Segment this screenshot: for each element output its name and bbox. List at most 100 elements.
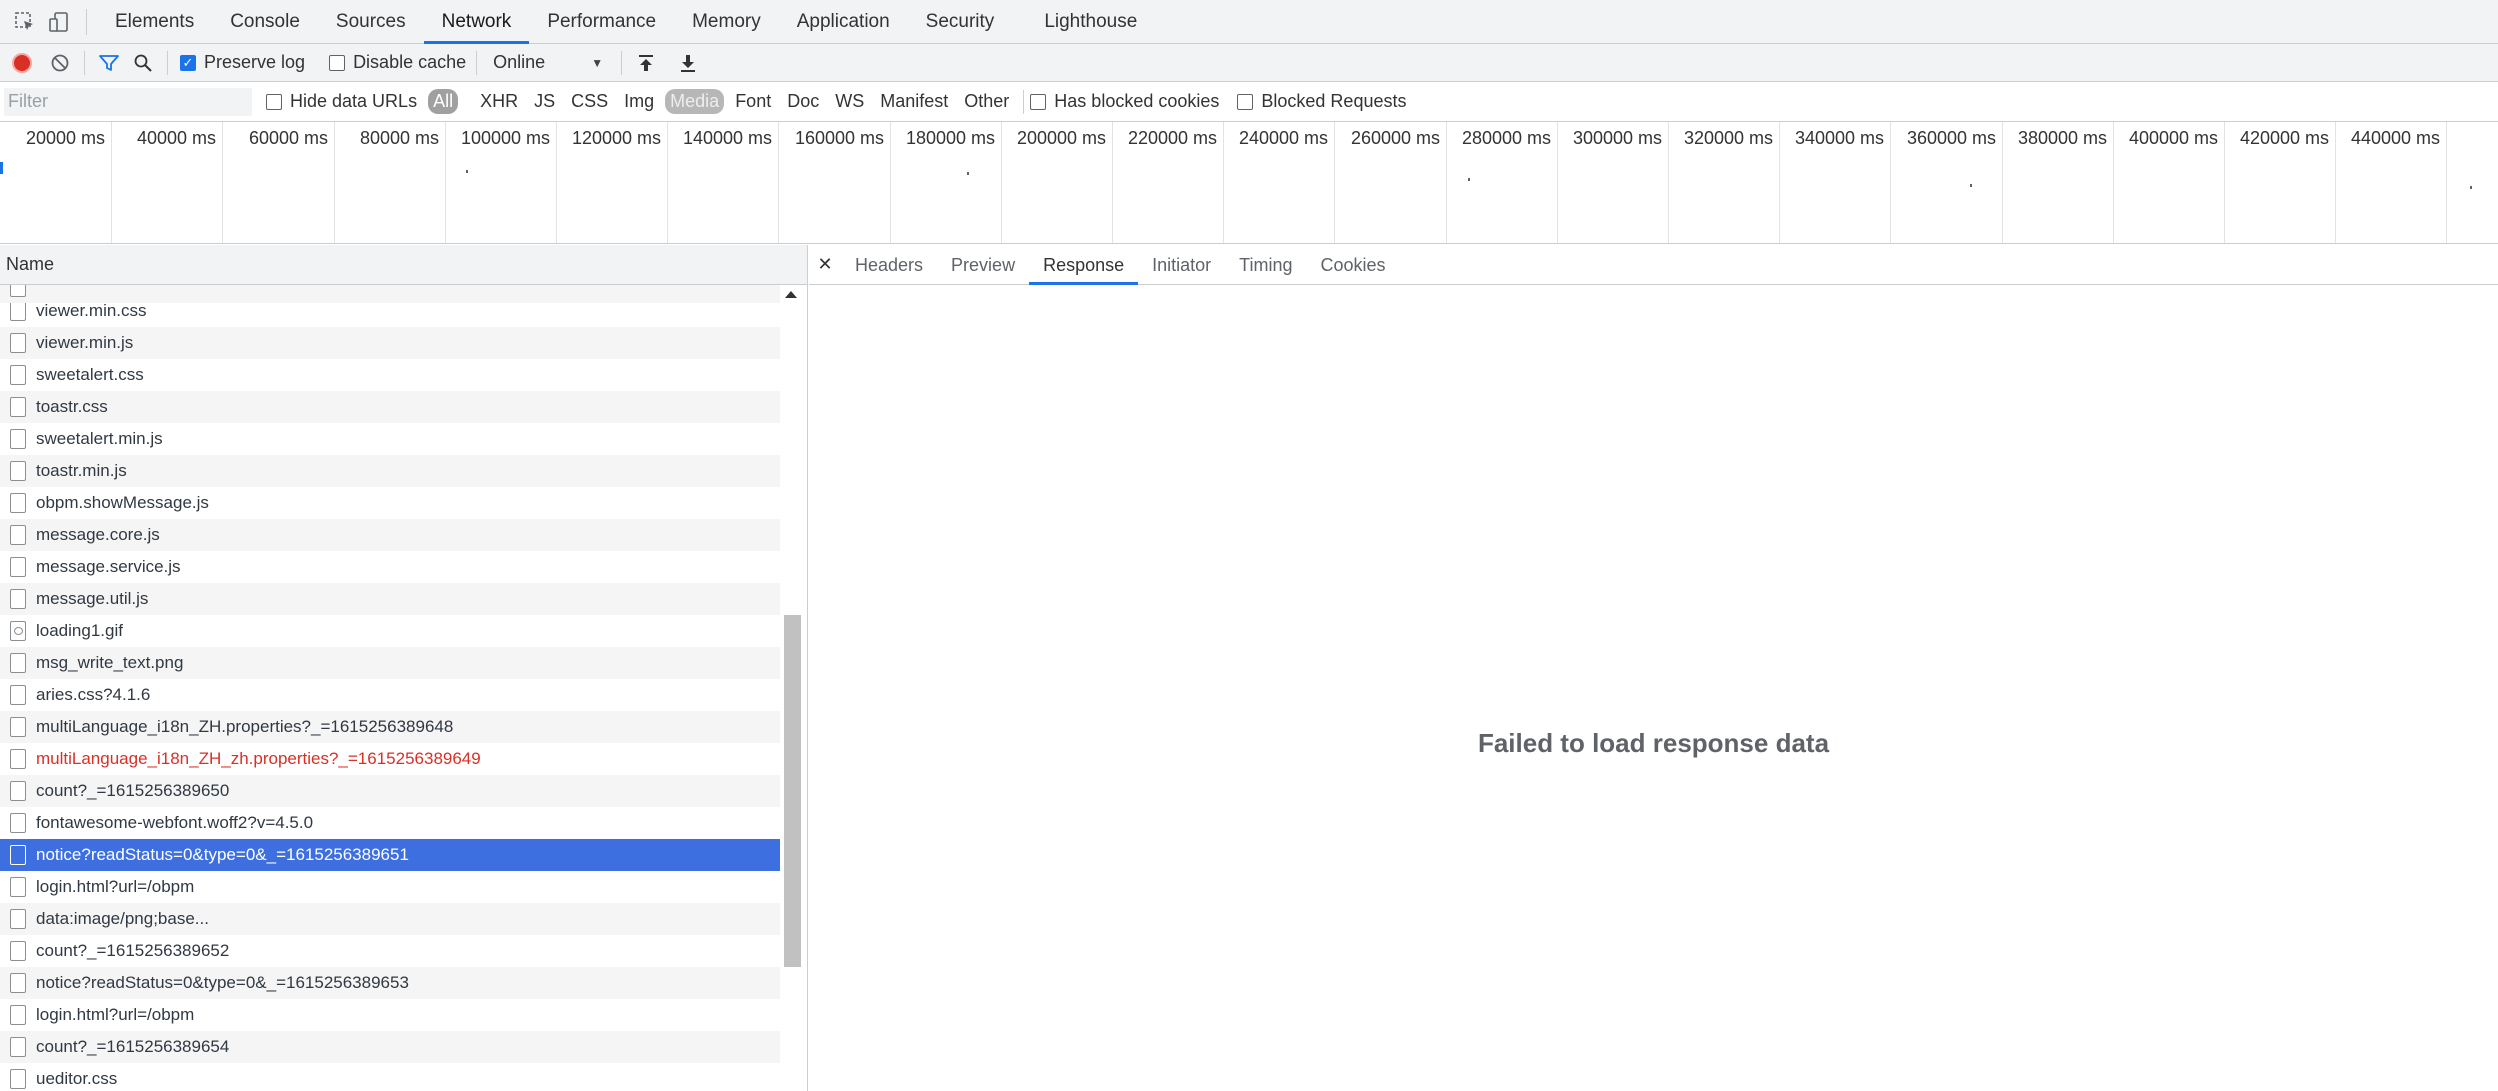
has-blocked-cookies-checkbox[interactable]: Has blocked cookies: [1030, 91, 1219, 112]
type-filter-doc[interactable]: Doc: [782, 89, 824, 114]
table-row[interactable]: multiLanguage_i18n_ZH.properties?_=16152…: [0, 711, 780, 743]
request-name: loading1.gif: [36, 621, 123, 640]
table-row[interactable]: multiLanguage_i18n_ZH_zh.properties?_=16…: [0, 743, 780, 775]
upload-icon[interactable]: [632, 49, 660, 77]
table-row[interactable]: message.util.js: [0, 583, 780, 615]
tab-network[interactable]: Network: [423, 0, 530, 44]
file-icon: [10, 941, 26, 961]
table-row[interactable]: toastr.css: [0, 391, 780, 423]
file-icon: [10, 1005, 26, 1025]
table-row[interactable]: login.html?url=/obpm: [0, 871, 780, 903]
table-row[interactable]: count?_=1615256389650: [0, 775, 780, 807]
disable-cache-checkbox[interactable]: Disable cache: [329, 52, 466, 73]
table-row[interactable]: aries.css?4.1.6: [0, 679, 780, 711]
download-icon[interactable]: [674, 49, 702, 77]
table-row[interactable]: loading1.gif: [0, 615, 780, 647]
timeline-tick-label: 400000 ms: [2128, 128, 2218, 148]
type-filter-all[interactable]: All: [428, 89, 459, 114]
file-icon: [10, 589, 26, 609]
table-row[interactable]: message.service.js: [0, 551, 780, 583]
name-column-label: Name: [6, 254, 55, 274]
table-row[interactable]: obpm.showMessage.js: [0, 487, 780, 519]
tab-console[interactable]: Console: [212, 0, 318, 44]
type-filter-media[interactable]: Media: [665, 89, 725, 114]
tab-application[interactable]: Application: [779, 0, 908, 44]
timeline-selection-marker[interactable]: [0, 162, 3, 174]
clear-icon[interactable]: [46, 49, 74, 77]
type-filter-css[interactable]: CSS: [566, 89, 613, 114]
list-scrollbar[interactable]: [781, 285, 803, 1091]
checkbox-icon[interactable]: [1030, 93, 1047, 110]
type-filter-img[interactable]: Img: [619, 89, 659, 114]
type-filter-js[interactable]: JS: [529, 89, 560, 114]
detail-tab-preview[interactable]: Preview: [937, 245, 1029, 285]
record-icon[interactable]: [12, 52, 32, 73]
scroll-up-arrow-icon[interactable]: [785, 291, 797, 298]
throttling-select[interactable]: Online ▼: [493, 52, 603, 73]
filter-icon[interactable]: [95, 49, 123, 77]
table-row[interactable]: fontawesome-webfont.woff2?v=4.5.0: [0, 807, 780, 839]
timeline-tick-label: 420000 ms: [2239, 128, 2329, 148]
toolbar-divider: [86, 8, 87, 35]
detail-tab-timing[interactable]: Timing: [1225, 245, 1306, 285]
type-filter-font[interactable]: Font: [730, 89, 776, 114]
file-icon: [10, 429, 26, 449]
list-item[interactable]: [0, 285, 780, 303]
table-row[interactable]: count?_=1615256389654: [0, 1031, 780, 1063]
response-panel: Failed to load response data: [809, 285, 2498, 1091]
table-row[interactable]: msg_write_text.png: [0, 647, 780, 679]
timeline-gridline: [2113, 122, 2114, 243]
table-row[interactable]: ueditor.css: [0, 1063, 780, 1091]
table-row[interactable]: viewer.min.js: [0, 327, 780, 359]
detail-tab-cookies[interactable]: Cookies: [1307, 245, 1400, 285]
type-filter-manifest[interactable]: Manifest: [875, 89, 953, 114]
table-row[interactable]: sweetalert.css: [0, 359, 780, 391]
table-row[interactable]: toastr.min.js: [0, 455, 780, 487]
table-row[interactable]: sweetalert.min.js: [0, 423, 780, 455]
blocked-requests-checkbox[interactable]: Blocked Requests: [1237, 91, 1406, 112]
detail-tab-response[interactable]: Response: [1029, 245, 1139, 285]
table-row[interactable]: notice?readStatus=0&type=0&_=16152563896…: [0, 967, 780, 999]
detail-tab-list: Headers Preview Response Initiator Timing Coo…: [841, 245, 1400, 285]
scrollbar-thumb[interactable]: [784, 615, 801, 967]
tab-security[interactable]: Security: [908, 0, 1013, 44]
resource-type-filters: All XHR JS CSS Img Media Font Doc WS Manifest Othe…: [425, 89, 1017, 114]
tab-sources[interactable]: Sources: [318, 0, 424, 44]
timeline-tick-label: 80000 ms: [359, 128, 439, 148]
table-row[interactable]: data:image/png;base...: [0, 903, 780, 935]
request-name: message.service.js: [36, 557, 181, 576]
inspect-element-icon[interactable]: [10, 7, 40, 37]
tab-elements[interactable]: Elements: [97, 0, 212, 44]
close-icon[interactable]: ✕: [809, 254, 841, 275]
type-filter-other[interactable]: Other: [959, 89, 1014, 114]
name-column-header[interactable]: Name: [0, 245, 808, 285]
table-row[interactable]: notice?readStatus=0&type=0&_=16152563896…: [0, 839, 780, 871]
timeline-tick-label: 340000 ms: [1794, 128, 1884, 148]
detail-tab-initiator[interactable]: Initiator: [1138, 245, 1225, 285]
checkbox-checked-icon[interactable]: ✓: [180, 54, 196, 71]
table-row[interactable]: count?_=1615256389652: [0, 935, 780, 967]
timeline-overview[interactable]: 20000 ms 40000 ms 60000 ms 80000 ms 100000 m…: [0, 122, 2498, 244]
type-filter-xhr[interactable]: XHR: [475, 89, 523, 114]
device-toolbar-icon[interactable]: [44, 7, 74, 37]
checkbox-icon[interactable]: [329, 54, 346, 71]
timeline-gridline: [2224, 122, 2225, 243]
timeline-gridline: [222, 122, 223, 243]
search-icon[interactable]: [129, 49, 157, 77]
tab-lighthouse[interactable]: Lighthouse: [1026, 0, 1155, 44]
checkbox-icon[interactable]: [266, 93, 282, 110]
hide-data-urls-checkbox[interactable]: Hide data URLs: [266, 91, 417, 112]
table-row[interactable]: login.html?url=/obpm: [0, 999, 780, 1031]
timeline-tick-label: 220000 ms: [1127, 128, 1217, 148]
filter-input[interactable]: [4, 87, 252, 116]
table-row[interactable]: message.core.js: [0, 519, 780, 551]
type-filter-ws[interactable]: WS: [830, 89, 869, 114]
checkbox-icon[interactable]: [1237, 93, 1254, 110]
tab-memory[interactable]: Memory: [674, 0, 779, 44]
preserve-log-checkbox[interactable]: ✓ Preserve log: [180, 52, 305, 73]
tab-performance[interactable]: Performance: [529, 0, 674, 44]
timeline-request-mark: [2470, 186, 2472, 189]
detail-tab-headers[interactable]: Headers: [841, 245, 937, 285]
request-name: toastr.css: [36, 397, 108, 416]
devtools-tab-bar: Elements Console Sources Network Performance…: [0, 0, 2498, 44]
